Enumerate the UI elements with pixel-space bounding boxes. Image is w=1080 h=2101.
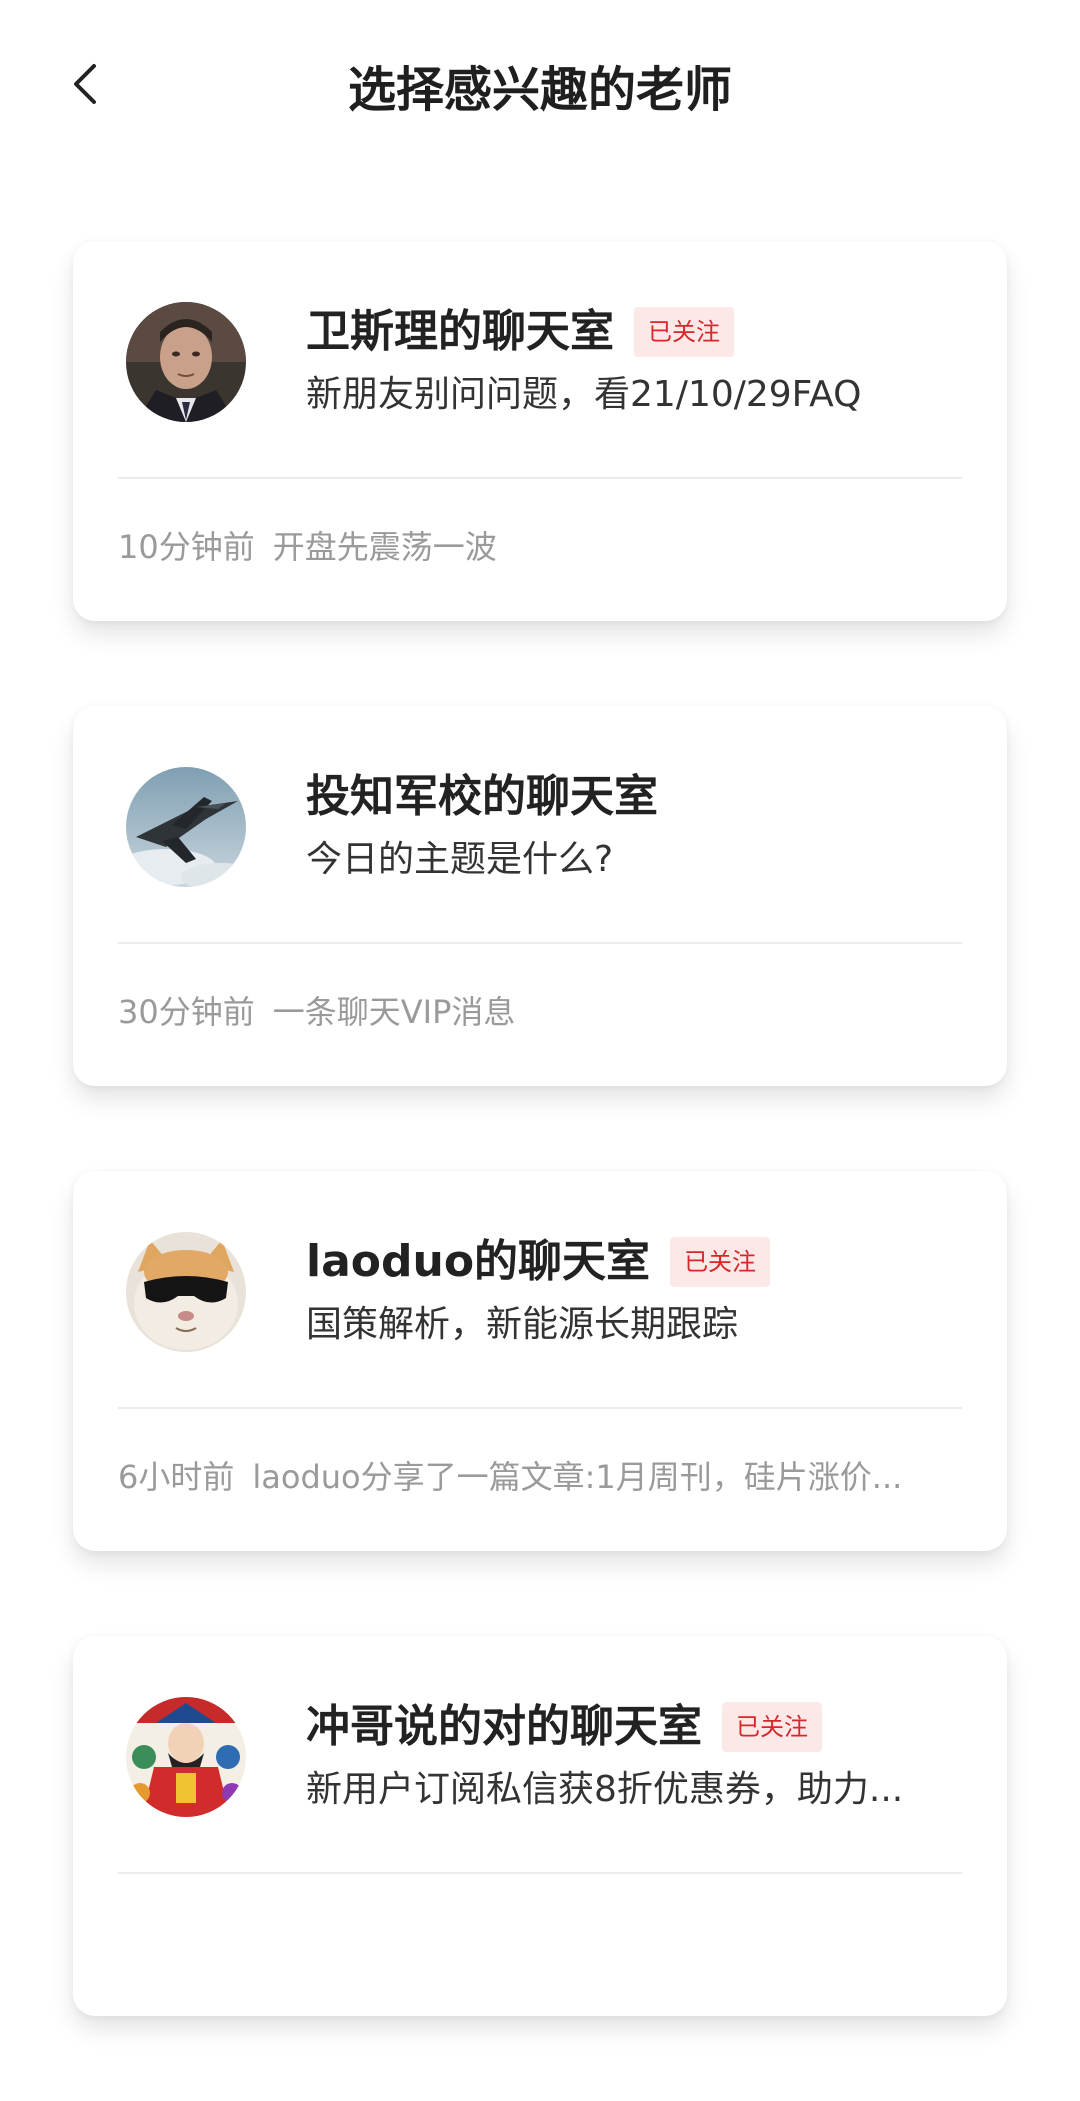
chatroom-title: 冲哥说的对的聊天室	[306, 1701, 702, 1752]
chatroom-card[interactable]: laoduo的聊天室 已关注 国策解析，新能源长期跟踪 6小时前 laoduo分享…	[73, 1171, 1007, 1551]
chatroom-card[interactable]: 投知军校的聊天室 今日的主题是什么? 30分钟前 一条聊天VIP消息	[73, 706, 1007, 1086]
chatroom-card[interactable]: 卫斯理的聊天室 已关注 新朋友别问问题，看21/10/29FAQ 10分钟前 开盘…	[73, 241, 1007, 621]
man-in-suit-avatar	[126, 302, 246, 422]
message-text: 一条聊天VIP消息	[272, 993, 516, 1031]
latest-message: 30分钟前 一条聊天VIP消息	[118, 988, 938, 1036]
card-title-row: 卫斯理的聊天室 已关注	[306, 303, 734, 361]
card-title-row: laoduo的聊天室 已关注	[306, 1233, 771, 1291]
latest-message: 6小时前 laoduo分享了一篇文章:1月周刊，硅片涨价...	[118, 1453, 938, 1501]
card-title-row: 冲哥说的对的聊天室 已关注	[306, 1698, 822, 1756]
chatroom-title: laoduo的聊天室	[306, 1236, 651, 1287]
top-bar: 选择感兴趣的老师	[0, 0, 1080, 180]
latest-message: 10分钟前 开盘先震荡一波	[118, 523, 938, 571]
cat-sunglasses-avatar	[126, 1232, 246, 1352]
divider	[118, 1407, 962, 1409]
divider	[118, 942, 962, 944]
teacher-list: 卫斯理的聊天室 已关注 新朋友别问问题，看21/10/29FAQ 10分钟前 开盘…	[73, 241, 1007, 2101]
chatroom-description: 国策解析，新能源长期跟踪	[306, 1304, 739, 1345]
chatroom-description: 今日的主题是什么?	[306, 839, 614, 880]
fighter-jet-avatar	[126, 767, 246, 887]
chatroom-description: 新朋友别问问题，看21/10/29FAQ	[306, 374, 862, 415]
card-title-row: 投知军校的聊天室	[306, 768, 658, 826]
followed-badge: 已关注	[634, 307, 734, 357]
message-text: laoduo分享了一篇文章:1月周刊，硅片涨价...	[252, 1458, 903, 1496]
message-time: 10分钟前	[118, 528, 255, 566]
followed-badge: 已关注	[670, 1237, 771, 1287]
chatroom-description: 新用户订阅私信获8折优惠券，助力...	[306, 1769, 904, 1810]
message-text: 开盘先震荡一波	[272, 528, 497, 566]
followed-badge: 已关注	[722, 1702, 822, 1752]
chatroom-title: 投知军校的聊天室	[306, 771, 658, 822]
fortune-god-avatar	[126, 1697, 246, 1817]
divider	[118, 1872, 962, 1874]
page-title: 选择感兴趣的老师	[347, 62, 732, 118]
chatroom-title: 卫斯理的聊天室	[306, 306, 614, 357]
divider	[118, 477, 962, 479]
message-time: 6小时前	[118, 1458, 235, 1496]
chatroom-card[interactable]: 冲哥说的对的聊天室 已关注 新用户订阅私信获8折优惠券，助力...	[73, 1636, 1007, 2016]
message-time: 30分钟前	[118, 993, 255, 1031]
